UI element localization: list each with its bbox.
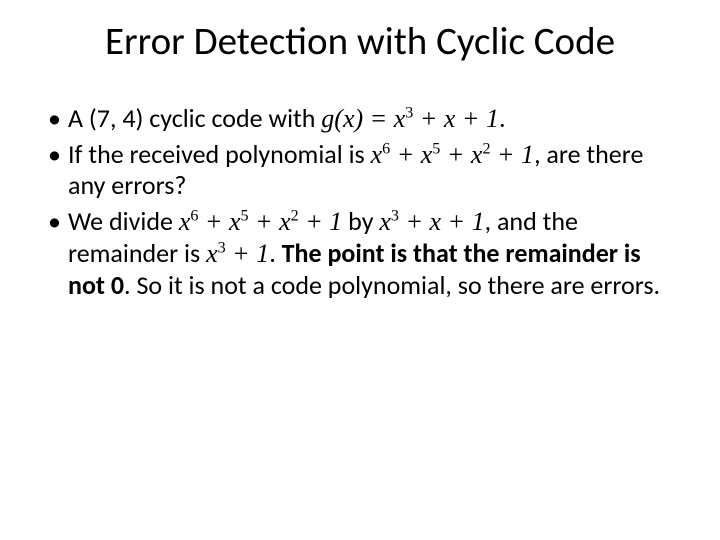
bullet-dot: • — [46, 139, 68, 171]
math: x — [371, 140, 383, 169]
superscript: 2 — [291, 208, 299, 225]
bullet-text-2: If the received polynomial is x6 + x5 + … — [68, 139, 674, 202]
math: x — [206, 239, 218, 268]
bullet-item: • If the received polynomial is x6 + x5 … — [46, 139, 674, 202]
math: x — [471, 140, 483, 169]
bullet-item: • We divide x6 + x5 + x2 + 1 by x3 + x +… — [46, 206, 674, 301]
math: x — [229, 207, 241, 236]
text: by — [342, 205, 379, 237]
superscript: 3 — [218, 239, 226, 256]
math: g(x) = x — [321, 104, 405, 133]
math: x — [421, 140, 433, 169]
bullet-text-1: A (7, 4) cyclic code with g(x) = x3 + x … — [68, 103, 674, 135]
text: A (7, 4) cyclic code with — [68, 102, 321, 134]
math: + — [390, 140, 421, 169]
slide-body: • A (7, 4) cyclic code with g(x) = x3 + … — [46, 103, 674, 301]
math: + — [198, 207, 229, 236]
math: x — [279, 207, 291, 236]
math: + — [249, 207, 280, 236]
bullet-item: • A (7, 4) cyclic code with g(x) = x3 + … — [46, 103, 674, 135]
superscript: 3 — [391, 208, 399, 225]
text: . — [499, 102, 506, 134]
text: We divide — [68, 205, 179, 237]
math: x — [179, 207, 191, 236]
math: + 1 — [299, 207, 343, 236]
bullet-dot: • — [46, 206, 68, 238]
slide: Error Detection with Cyclic Code • A (7,… — [0, 0, 720, 540]
math: + 1 — [491, 140, 535, 169]
math: + x + 1 — [399, 207, 485, 236]
superscript: 2 — [482, 140, 490, 157]
math: + — [440, 140, 471, 169]
superscript: 5 — [241, 208, 249, 225]
superscript: 6 — [382, 140, 390, 157]
text: If the received polynomial is — [68, 138, 371, 170]
text: . — [269, 237, 281, 269]
bullet-text-3: We divide x6 + x5 + x2 + 1 by x3 + x + 1… — [68, 206, 674, 301]
bullet-dot: • — [46, 103, 68, 135]
slide-title: Error Detection with Cyclic Code — [46, 18, 674, 65]
math: + x + 1 — [413, 104, 499, 133]
math: x — [379, 207, 391, 236]
math: + 1 — [226, 239, 270, 268]
text: . So it is not a code polynomial, so the… — [124, 269, 660, 301]
